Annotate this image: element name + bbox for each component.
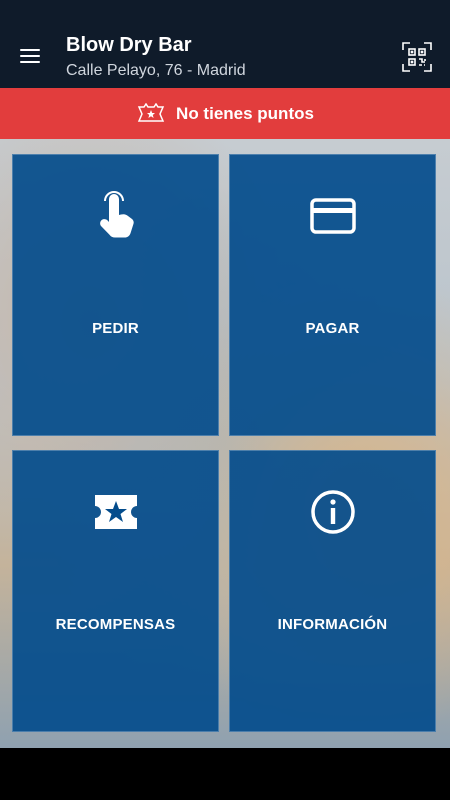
pagar-button[interactable]: PAGAR bbox=[229, 154, 436, 436]
pagar-label: PAGAR bbox=[305, 320, 360, 337]
recompensas-button[interactable]: RECOMPENSAS bbox=[12, 450, 219, 732]
store-address: Calle Pelayo, 76 - Madrid bbox=[66, 62, 246, 79]
recompensas-label: RECOMPENSAS bbox=[55, 616, 176, 633]
points-banner[interactable]: No tienes puntos bbox=[0, 88, 450, 139]
informacion-button[interactable]: INFORMACIÓN bbox=[229, 450, 436, 732]
tap-hand-icon bbox=[99, 191, 134, 238]
status-bar bbox=[0, 0, 450, 24]
pedir-label: PEDIR bbox=[92, 320, 139, 337]
star-ticket-icon bbox=[94, 495, 137, 529]
menu-icon[interactable] bbox=[14, 40, 46, 72]
qr-code-icon[interactable] bbox=[402, 42, 432, 72]
navigation-bar bbox=[0, 748, 450, 800]
points-badge-icon bbox=[137, 102, 165, 122]
home-grid: PEDIR PAGAR RECOMPENSAS INFORMACIÓN bbox=[0, 139, 450, 748]
app-bar: Blow Dry Bar Calle Pelayo, 76 - Madrid bbox=[0, 24, 450, 88]
points-status-text: No tienes puntos bbox=[176, 103, 314, 123]
info-icon bbox=[310, 490, 355, 534]
informacion-label: INFORMACIÓN bbox=[277, 616, 388, 633]
credit-card-icon bbox=[309, 198, 356, 234]
app-title: Blow Dry Bar bbox=[66, 34, 192, 56]
pedir-button[interactable]: PEDIR bbox=[12, 154, 219, 436]
